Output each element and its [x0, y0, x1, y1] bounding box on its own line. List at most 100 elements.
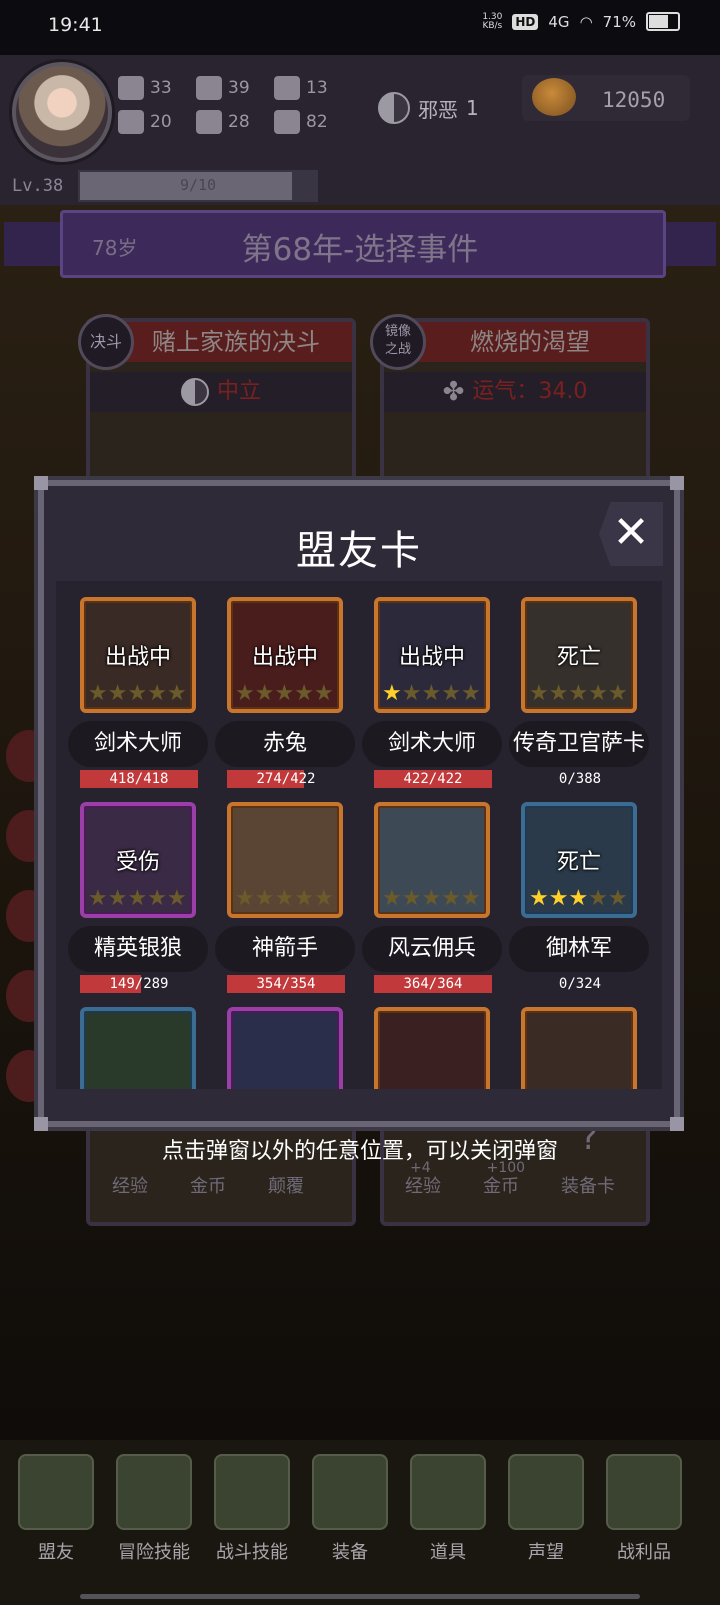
nav-label: 战利品 — [617, 1542, 671, 1563]
nav-label: 冒险技能 — [118, 1542, 190, 1563]
star-icon: ★ — [548, 886, 569, 911]
star-icon: ★ — [401, 681, 422, 706]
popup-corner — [670, 1117, 684, 1131]
ally-hp-bar: 149/289 — [80, 975, 198, 993]
ally-card[interactable]: ★ ★ ★ ★ ★ 神箭手 354/354 — [215, 802, 355, 993]
hd-icon: HD — [512, 13, 539, 30]
event-card-badge: 镜像 之战 — [370, 314, 426, 370]
player-level: Lv.38 — [12, 176, 64, 196]
star-rating: ★ ★ ★ ★ ★ — [382, 683, 482, 705]
battery-icon — [646, 12, 680, 31]
star-icon: ★ — [254, 886, 275, 911]
ally-card[interactable]: 出战中 ★ ★ ★ ★ ★ 剑术大师 418/418 — [68, 597, 208, 788]
ally-portrait — [80, 1007, 196, 1089]
home-indicator[interactable] — [80, 1594, 640, 1599]
nav-item-amulet[interactable]: 道具 — [406, 1454, 490, 1564]
nav-label: 声望 — [528, 1542, 564, 1563]
fist-icon — [118, 76, 144, 100]
event-card-title: 燃烧的渴望 — [414, 322, 646, 362]
ally-name: 剑术大师 — [362, 721, 502, 767]
player-stat: 39 — [196, 76, 274, 100]
player-stat: 20 — [118, 110, 196, 134]
star-icon: ★ — [607, 886, 628, 911]
ally-status: 受伤 — [115, 850, 160, 875]
ally-card-grid[interactable]: 出战中 ★ ★ ★ ★ ★ 剑术大师 418/418 出战中 ★ ★ ★ ★ ★ 赤兔 274/422 出战中 ★… — [56, 581, 662, 1089]
star-icon: ★ — [166, 681, 187, 706]
age-label: 78岁 — [92, 236, 138, 260]
gold-coin-icon — [532, 78, 576, 116]
ally-card[interactable]: 死亡 ★ ★ ★ ★ ★ 御林军 0/324 — [509, 802, 649, 993]
nav-item-handshake[interactable]: 盟友 — [14, 1454, 98, 1564]
nav-item-scroll[interactable]: 声望 — [504, 1454, 588, 1564]
reward-labels-left: 经验 金币 颠覆 — [112, 1172, 304, 1198]
close-button[interactable]: ✕ — [599, 502, 663, 566]
star-icon: ★ — [88, 886, 108, 911]
scroll-icon — [508, 1454, 584, 1530]
requirement-text: 中立 — [216, 379, 261, 404]
gold-amount: 12050 — [602, 88, 666, 112]
ally-name: 神箭手 — [215, 926, 355, 972]
nav-label: 战斗技能 — [216, 1542, 288, 1563]
reward-label: 颠覆 — [268, 1176, 304, 1197]
ally-status: 死亡 — [556, 850, 601, 875]
ally-name: 传奇卫官萨卡 — [509, 721, 649, 767]
player-avatar[interactable] — [12, 62, 112, 162]
ally-card[interactable] — [374, 1007, 490, 1089]
nav-item-backpack[interactable]: 战斗技能 — [210, 1454, 294, 1564]
ally-card[interactable]: ★ ★ ★ ★ ★ 风云佣兵 364/364 — [362, 802, 502, 993]
ally-hp-bar: 274/422 — [227, 770, 345, 788]
nav-item-swords[interactable]: 装备 — [308, 1454, 392, 1564]
ally-name: 风云佣兵 — [362, 926, 502, 972]
ally-card[interactable] — [521, 1007, 637, 1089]
ally-portrait: ★ ★ ★ ★ ★ — [374, 802, 490, 918]
ally-card[interactable]: 死亡 ★ ★ ★ ★ ★ 传奇卫官萨卡 0/388 — [509, 597, 649, 788]
star-icon: ★ — [107, 886, 128, 911]
star-icon: ★ — [274, 681, 295, 706]
status-bar: 19:41 1.30 KB/s HD 4G ◠ 71% — [0, 0, 720, 55]
star-icon: ★ — [568, 681, 589, 706]
ally-hp-text: 0/324 — [558, 976, 602, 992]
star-icon: ★ — [529, 681, 549, 706]
handshake-icon — [18, 1454, 94, 1530]
star-icon: ★ — [401, 886, 422, 911]
ally-hp-text: 418/418 — [109, 771, 169, 787]
status-icons: 1.30 KB/s HD 4G ◠ 71% — [482, 12, 680, 31]
popup-title: 盟友卡 — [296, 528, 422, 574]
ally-portrait — [374, 1007, 490, 1089]
nav-item-book[interactable]: 冒险技能 — [112, 1454, 196, 1564]
ally-card[interactable]: 出战中 ★ ★ ★ ★ ★ 剑术大师 422/422 — [362, 597, 502, 788]
ally-card-popup[interactable]: 盟友卡 ✕ 出战中 ★ ★ ★ ★ ★ 剑术大师 418/418 出战中 ★ ★ ★ ★ ★ 赤兔 274/4… — [34, 476, 684, 1131]
wizard-hat-icon — [274, 76, 300, 100]
nav-item-chest[interactable]: 战利品 — [602, 1454, 686, 1564]
ally-portrait: 死亡 ★ ★ ★ ★ ★ — [521, 597, 637, 713]
ally-portrait: 受伤 ★ ★ ★ ★ ★ — [80, 802, 196, 918]
ally-portrait — [227, 1007, 343, 1089]
star-icon: ★ — [127, 886, 148, 911]
reward-label: 经验 — [405, 1176, 441, 1197]
player-stats: 33 39 13 20 28 82 — [118, 76, 348, 134]
stat-value: 20 — [150, 112, 172, 132]
star-icon: ★ — [548, 681, 569, 706]
lotus-icon — [274, 110, 300, 134]
popup-corner — [34, 1117, 48, 1131]
star-icon: ★ — [147, 681, 167, 706]
ally-name: 御林军 — [509, 926, 649, 972]
ally-portrait — [521, 1007, 637, 1089]
star-icon: ★ — [107, 681, 128, 706]
ally-portrait: 出战中 ★ ★ ★ ★ ★ — [227, 597, 343, 713]
popup-corner — [34, 476, 48, 490]
star-icon: ★ — [421, 886, 442, 911]
event-card-badge: 决斗 — [78, 314, 134, 370]
reward-label: 经验 — [112, 1176, 148, 1197]
ally-card[interactable]: 受伤 ★ ★ ★ ★ ★ 精英银狼 149/289 — [68, 802, 208, 993]
star-icon: ★ — [529, 886, 549, 911]
wifi-icon: ◠ — [579, 12, 593, 31]
clover-icon — [118, 110, 144, 134]
ally-card[interactable] — [227, 1007, 343, 1089]
star-rating: ★ ★ ★ ★ ★ — [88, 888, 188, 910]
ally-card[interactable] — [80, 1007, 196, 1089]
star-rating: ★ ★ ★ ★ ★ — [382, 888, 482, 910]
ally-hp-bar: 364/364 — [374, 975, 492, 993]
star-icon: ★ — [294, 681, 314, 706]
ally-card[interactable]: 出战中 ★ ★ ★ ★ ★ 赤兔 274/422 — [215, 597, 355, 788]
